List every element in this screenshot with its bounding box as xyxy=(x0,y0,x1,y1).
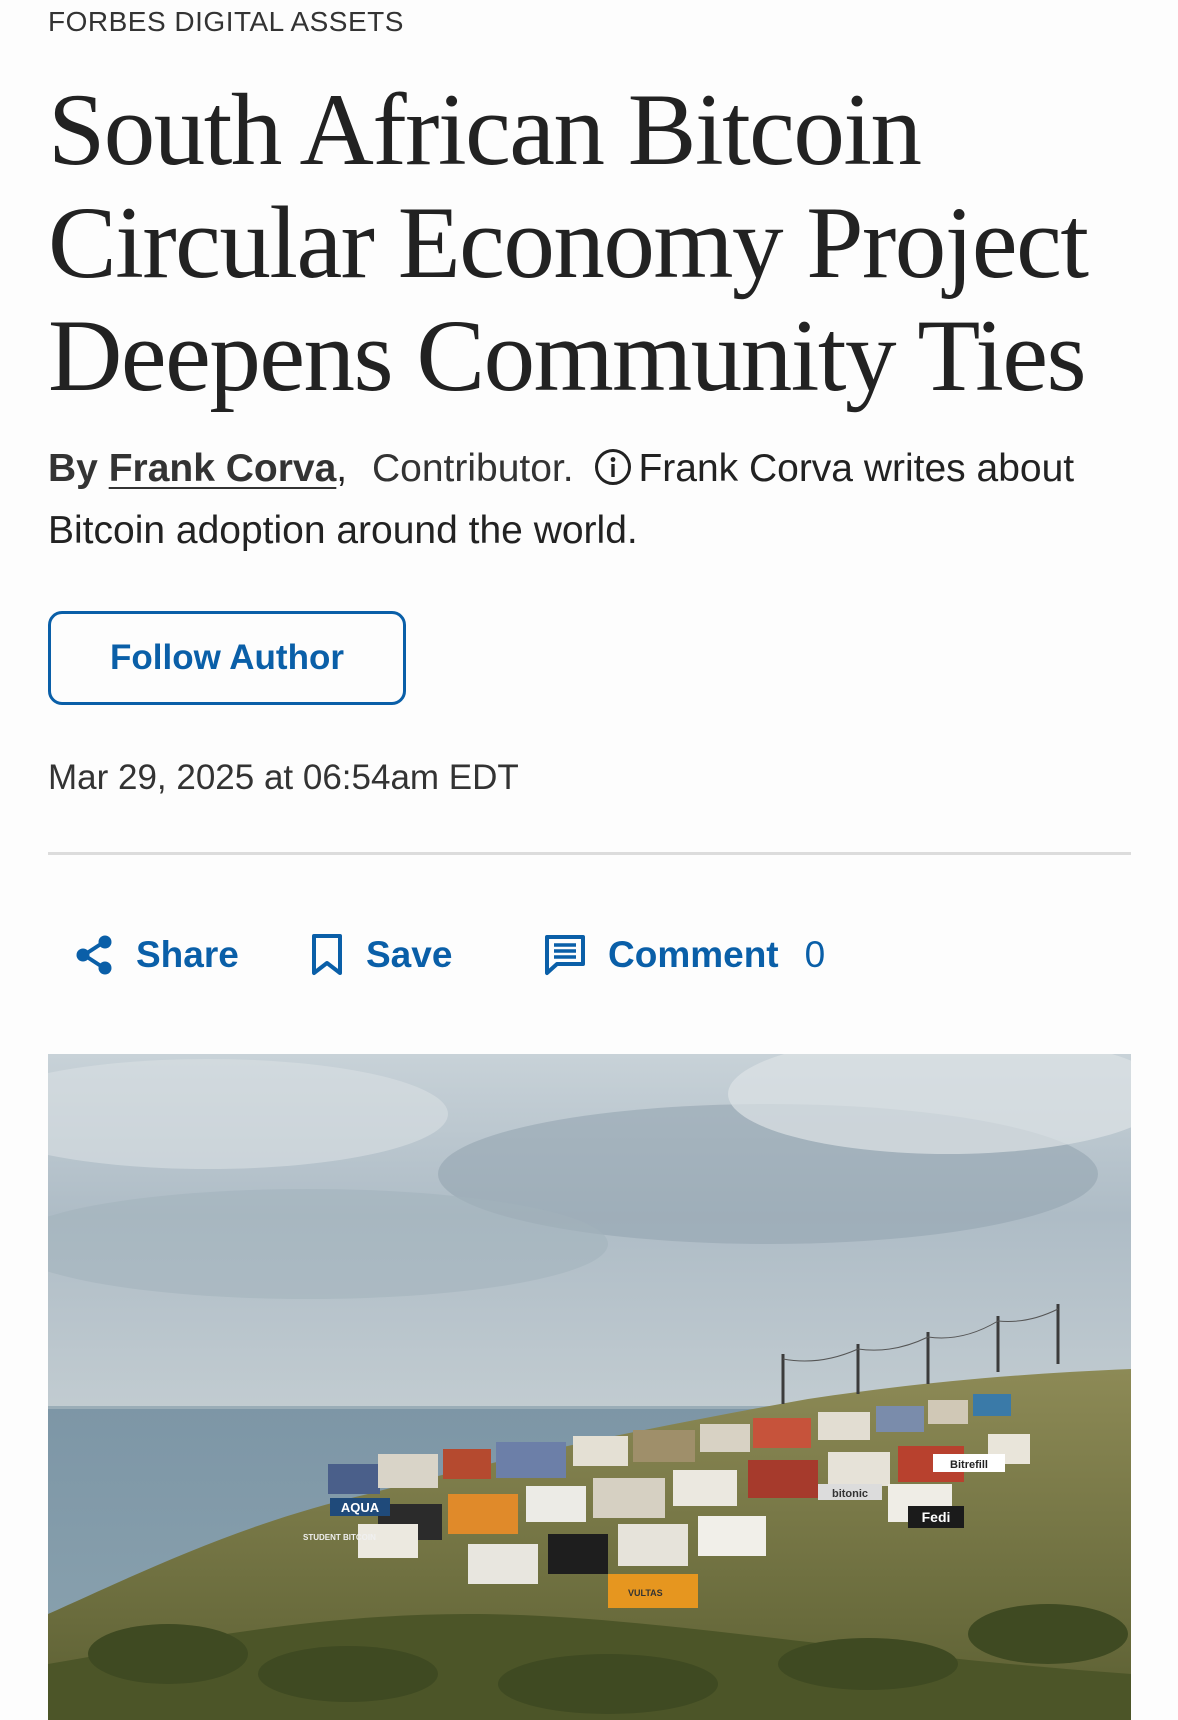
article-actions: Share Save Comment 0 xyxy=(48,925,1131,985)
hero-image: AQUA bitonic Bitrefill Fedi STUDENT BITC… xyxy=(48,1054,1131,1720)
sign-bitrefill: Bitrefill xyxy=(950,1459,988,1471)
follow-author-button[interactable]: Follow Author xyxy=(48,611,406,705)
sign-student-bitcoin: STUDENT BITCOIN xyxy=(303,1533,376,1542)
save-label: Save xyxy=(366,934,453,975)
sign-fedi: Fedi xyxy=(922,1509,951,1525)
section-label[interactable]: FORBES DIGITAL ASSETS xyxy=(48,6,404,38)
info-icon[interactable] xyxy=(594,443,632,485)
comment-icon xyxy=(545,935,585,975)
comment-button[interactable]: Comment 0 xyxy=(544,925,825,985)
article-headline: South African Bitcoin Circular Economy P… xyxy=(48,73,1089,413)
comment-label: Comment xyxy=(608,934,779,975)
share-label: Share xyxy=(136,934,239,975)
share-button[interactable]: Share xyxy=(74,925,239,985)
author-link[interactable]: Frank Corva xyxy=(109,447,337,490)
author-role: Contributor. xyxy=(371,447,574,490)
save-button[interactable]: Save xyxy=(310,925,452,985)
publish-timestamp: Mar 29, 2025 at 06:54am EDT xyxy=(48,758,519,797)
sign-bitonic: bitonic xyxy=(832,1488,868,1500)
sign-aqua: AQUA xyxy=(341,1500,380,1515)
share-icon xyxy=(76,935,112,975)
comment-count: 0 xyxy=(804,934,826,975)
bookmark-icon xyxy=(312,934,342,975)
byline: By Frank Corva, Contributor. Frank Corva… xyxy=(48,438,1131,562)
byline-prefix: By xyxy=(48,447,98,490)
hero-photo: AQUA bitonic Bitrefill Fedi STUDENT BITC… xyxy=(48,1054,1131,1720)
divider xyxy=(48,852,1131,855)
byline-comma: , xyxy=(336,447,348,490)
sign-vultas: VULTAS xyxy=(628,1588,663,1598)
